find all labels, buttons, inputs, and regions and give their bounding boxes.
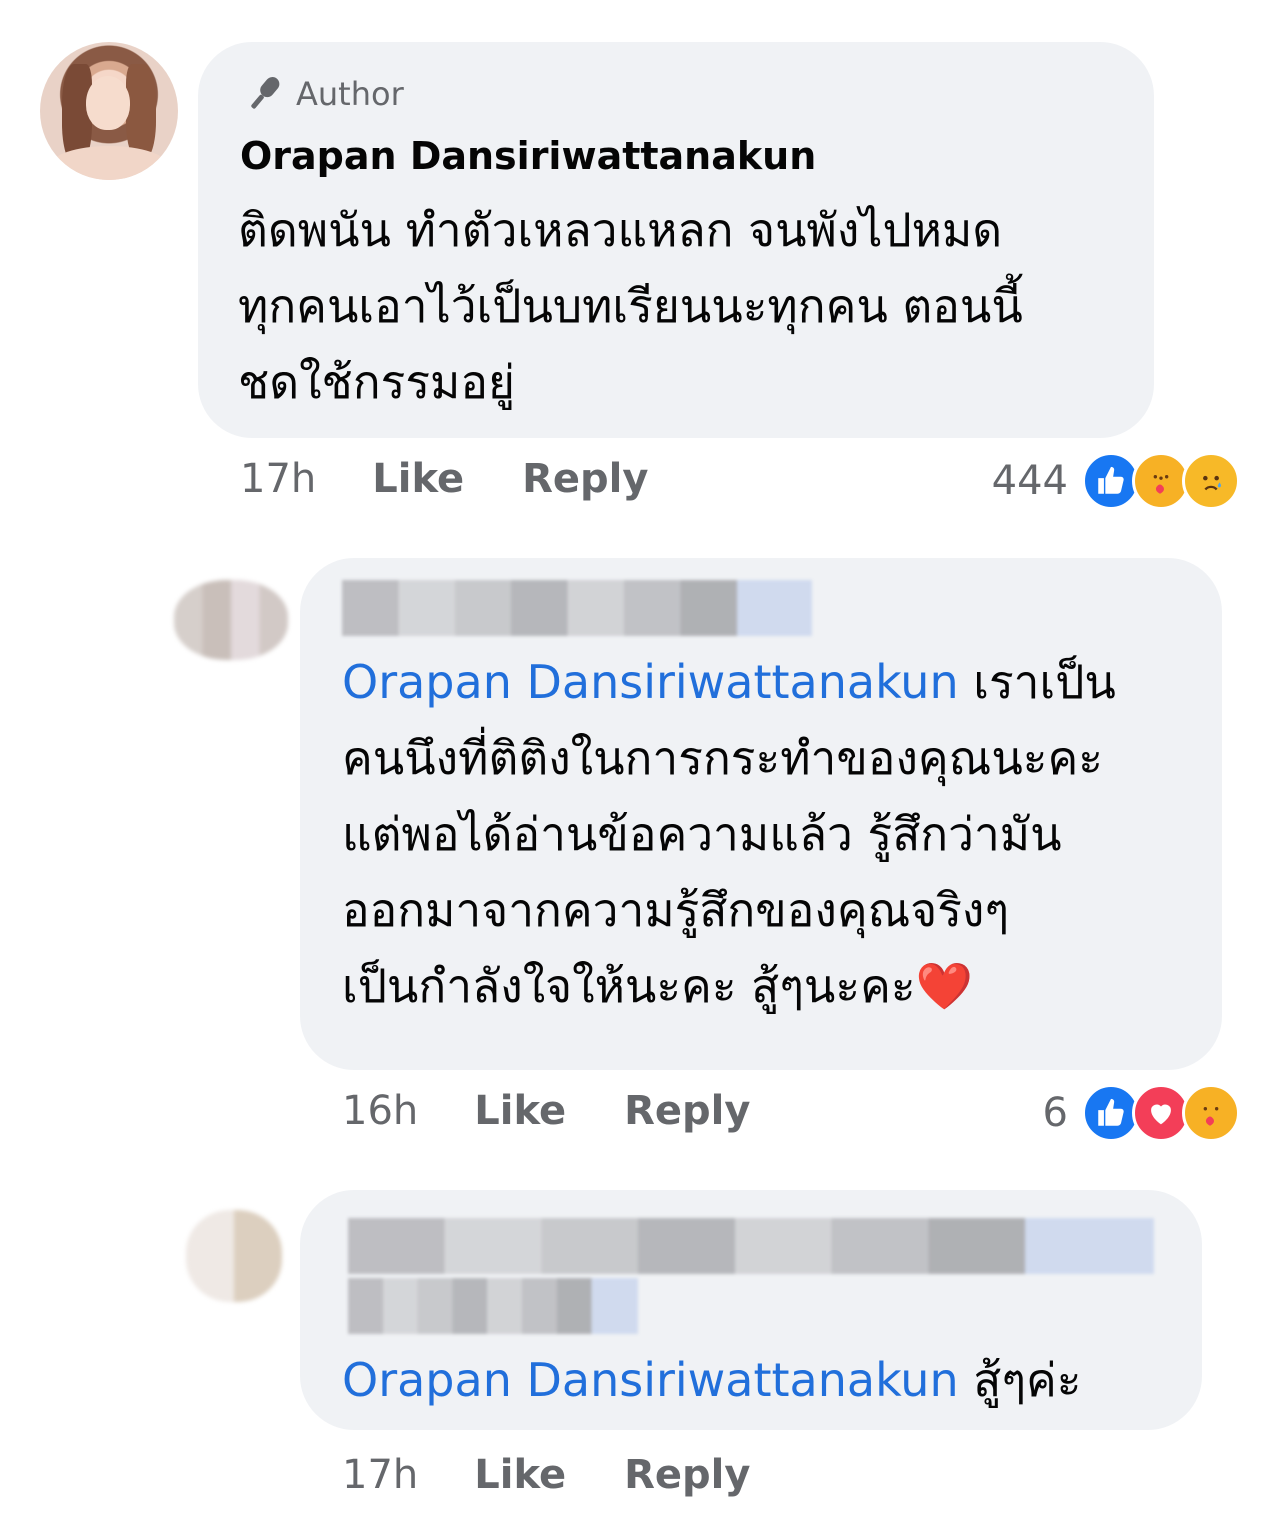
- timestamp[interactable]: 16h: [342, 1088, 418, 1134]
- reaction-summary[interactable]: 6: [1043, 1084, 1240, 1142]
- reply-text-1: Orapan Dansiriwattanakun เราเป็น คนนึงที…: [342, 644, 1116, 1024]
- comment-line: ออกมาจากความรู้สึกของคุณจริงๆ: [342, 883, 1010, 937]
- reply-meta-1: 16h Like Reply: [342, 1088, 750, 1134]
- author-label: Author: [296, 75, 404, 113]
- comment-text-main: ติดพนัน ทำตัวเหลวแหลก จนพังไปหมด ทุกคนเอ…: [238, 192, 1023, 420]
- author-badge: Author: [242, 72, 404, 116]
- comment-line: เป็นกำลังใจให้นะคะ สู้ๆนะคะ❤️: [342, 959, 973, 1013]
- care-icon: [1182, 1084, 1240, 1142]
- reaction-count: 444: [991, 458, 1068, 504]
- comment-line: ติดพนัน ทำตัวเหลวแหลก จนพังไปหมด: [238, 203, 1003, 257]
- microphone-icon: [251, 77, 280, 109]
- reply-button[interactable]: Reply: [624, 1088, 750, 1134]
- comment-thread: Author Orapan Dansiriwattanakun ติดพนัน …: [0, 0, 1280, 1533]
- like-button[interactable]: Like: [474, 1088, 566, 1134]
- replier-avatar[interactable]: [174, 580, 288, 660]
- comment-line: คนนึงที่ติติงในการกระทำของคุณนะคะ: [342, 731, 1103, 785]
- author-avatar[interactable]: [40, 42, 178, 180]
- comment-line: ชดใช้กรรมอยู่: [238, 355, 515, 409]
- timestamp[interactable]: 17h: [240, 456, 316, 502]
- redacted-text: [348, 1278, 638, 1334]
- comment-line-rest: สู้ๆค่ะ: [958, 1353, 1082, 1407]
- comment-line: แต่พอได้อ่านข้อความแล้ว รู้สึกว่ามัน: [342, 807, 1062, 861]
- comment-line: Orapan Dansiriwattanakun เราเป็น: [342, 644, 1116, 720]
- reply-button[interactable]: Reply: [624, 1452, 750, 1498]
- comment-line-rest: เราเป็น: [958, 655, 1116, 709]
- comment-meta-main: 17h Like Reply: [240, 456, 648, 502]
- reply-text-2: Orapan Dansiriwattanakun สู้ๆค่ะ: [342, 1342, 1082, 1418]
- commenter-name[interactable]: Orapan Dansiriwattanakun: [240, 134, 816, 178]
- reply-button[interactable]: Reply: [522, 456, 648, 502]
- redacted-name: [342, 580, 812, 636]
- mention-link[interactable]: Orapan Dansiriwattanakun: [342, 655, 959, 709]
- reply-meta-2: 17h Like Reply: [342, 1452, 750, 1498]
- timestamp[interactable]: 17h: [342, 1452, 418, 1498]
- comment-line: Orapan Dansiriwattanakun สู้ๆค่ะ: [342, 1342, 1082, 1418]
- comment-line: ทุกคนเอาไว้เป็นบทเรียนนะทุกคน ตอนนี้: [238, 279, 1023, 333]
- mention-link[interactable]: Orapan Dansiriwattanakun: [342, 1353, 959, 1407]
- replier-avatar[interactable]: [186, 1210, 282, 1302]
- reaction-count: 6: [1042, 1090, 1068, 1136]
- like-button[interactable]: Like: [474, 1452, 566, 1498]
- redacted-text: [348, 1218, 1154, 1274]
- like-button[interactable]: Like: [372, 456, 464, 502]
- reaction-summary[interactable]: 444: [992, 452, 1240, 510]
- sad-icon: [1182, 452, 1240, 510]
